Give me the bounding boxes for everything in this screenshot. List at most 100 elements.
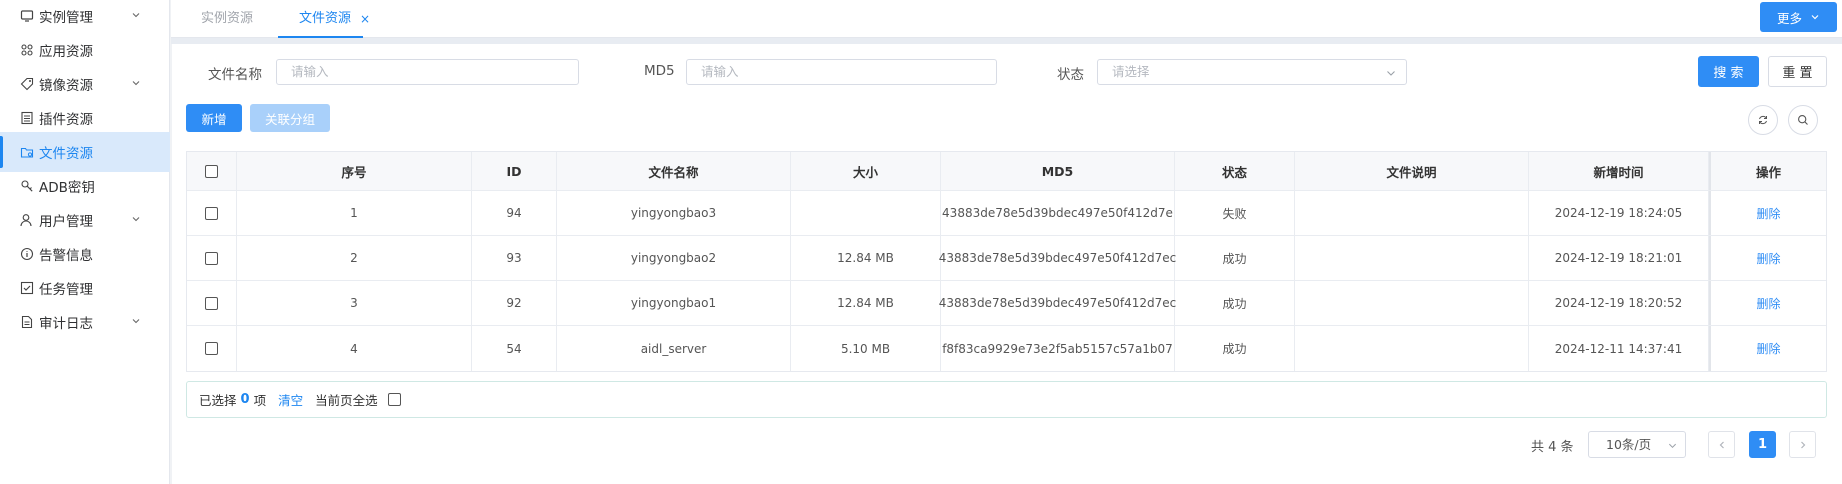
page-size-select[interactable]: 10条/页	[1588, 431, 1686, 458]
cell-md5: 43883de78e5d39bdec497e50f412d7ec	[939, 236, 1176, 280]
cell-id: 93	[472, 236, 557, 280]
row-checkbox[interactable]	[205, 251, 218, 265]
row-checkbox[interactable]	[205, 342, 218, 355]
header-description: 文件说明	[1295, 152, 1529, 190]
sidebar-item-label: 任务管理	[39, 282, 93, 298]
cell-md5: 43883de78e5d39bdec497e50f412d7e	[941, 191, 1175, 235]
cell-md5: f8f83ca9929e73e2f5ab5157c57a1b07	[941, 326, 1175, 371]
sidebar-item-label: 用户管理	[39, 214, 93, 230]
delete-link[interactable]: 删除	[1709, 236, 1826, 280]
row-select-cell	[187, 281, 237, 325]
cell-index: 3	[237, 281, 472, 325]
table-row: 4 54 aidl_server 5.10 MB f8f83ca9929e73e…	[187, 326, 1826, 371]
page-button-current[interactable]: 1	[1749, 431, 1776, 458]
table-row: 3 92 yingyongbao1 12.84 MB 43883de78e5d3…	[187, 281, 1826, 326]
more-button-label: 更多	[1776, 10, 1802, 26]
header-filename: 文件名称	[557, 152, 791, 190]
selection-count: 0	[240, 392, 250, 407]
cell-description	[1295, 281, 1529, 325]
chevron-down-icon	[132, 319, 140, 324]
row-checkbox[interactable]	[205, 296, 218, 310]
header-actions: 操作	[1709, 152, 1826, 190]
add-button[interactable]: 新增	[186, 104, 242, 132]
select-all-checkbox[interactable]	[205, 164, 218, 178]
sidebar-item-label: 镜像资源	[39, 78, 93, 94]
tab-bar: 实例资源 文件资源 × 更多	[171, 0, 1842, 38]
md5-input[interactable]: 请输入	[686, 59, 997, 85]
md5-placeholder: 请输入	[701, 64, 739, 79]
cell-description	[1295, 236, 1529, 280]
cell-description	[1295, 326, 1529, 371]
select-page-checkbox[interactable]	[387, 393, 401, 406]
cell-md5: 43883de78e5d39bdec497e50f412d7ec	[939, 281, 1176, 325]
delete-link[interactable]: 删除	[1709, 191, 1826, 235]
sidebar-item-audit-log[interactable]: 审计日志	[0, 302, 170, 342]
cell-filename: yingyongbao3	[557, 191, 791, 235]
refresh-button[interactable]	[1748, 105, 1778, 135]
chevron-down-icon	[132, 13, 140, 18]
delete-link[interactable]: 删除	[1709, 281, 1826, 325]
checkbox-icon	[19, 280, 35, 296]
row-checkbox[interactable]	[205, 206, 218, 220]
cell-size: 12.84 MB	[791, 236, 941, 280]
cell-status: 成功	[1175, 236, 1295, 280]
next-page-button[interactable]	[1789, 431, 1816, 458]
info-icon	[19, 246, 35, 262]
chevron-down-icon	[1668, 443, 1677, 449]
chevron-down-icon	[132, 217, 140, 222]
chevron-left-icon	[1719, 441, 1724, 448]
reset-button[interactable]: 重 置	[1768, 56, 1827, 87]
user-icon	[19, 212, 35, 228]
chevron-down-icon	[1387, 71, 1395, 76]
header-status: 状态	[1175, 152, 1295, 190]
document-icon	[19, 314, 35, 330]
link-group-button[interactable]: 关联分组	[250, 104, 330, 132]
search-button[interactable]: 搜 索	[1698, 56, 1759, 87]
tag-icon	[19, 76, 35, 92]
status-select[interactable]: 请选择	[1097, 59, 1407, 85]
prev-page-button[interactable]	[1708, 431, 1735, 458]
folder-icon	[19, 144, 35, 160]
chevron-right-icon	[1800, 441, 1805, 448]
delete-link[interactable]: 删除	[1709, 326, 1826, 371]
tab-instance-resources[interactable]: 实例资源	[201, 0, 253, 37]
md5-label: MD5	[644, 63, 675, 79]
cell-created-time: 2024-12-19 18:21:01	[1529, 236, 1709, 280]
list-icon	[19, 110, 35, 126]
table-header-row: 序号 ID 文件名称 大小 MD5 状态 文件说明 新增时间 操作	[187, 152, 1826, 191]
table-row: 2 93 yingyongbao2 12.84 MB 43883de78e5d3…	[187, 236, 1826, 281]
filename-label: 文件名称	[208, 67, 262, 83]
header-select-all-cell	[187, 152, 237, 190]
row-select-cell	[187, 191, 237, 235]
cell-filename: yingyongbao1	[557, 281, 791, 325]
header-size: 大小	[791, 152, 941, 190]
header-id: ID	[472, 152, 557, 190]
row-select-cell	[187, 236, 237, 280]
search-toggle-button[interactable]	[1788, 105, 1818, 135]
cell-index: 1	[237, 191, 472, 235]
cell-filename: yingyongbao2	[557, 236, 791, 280]
filename-input[interactable]: 请输入	[276, 59, 579, 85]
cell-size: 5.10 MB	[791, 326, 941, 371]
chevron-down-icon	[1811, 15, 1819, 20]
cell-id: 92	[472, 281, 557, 325]
cell-size: 12.84 MB	[791, 281, 941, 325]
cell-id: 54	[472, 326, 557, 371]
cell-created-time: 2024-12-19 18:20:52	[1529, 281, 1709, 325]
cell-status: 成功	[1175, 281, 1295, 325]
search-icon	[1798, 115, 1808, 125]
apps-grid-icon	[19, 42, 35, 58]
cell-size	[791, 191, 941, 235]
file-table: 序号 ID 文件名称 大小 MD5 状态 文件说明 新增时间 操作 1 94 y…	[186, 151, 1827, 372]
cell-index: 4	[237, 326, 472, 371]
selection-prefix: 已选择	[199, 393, 237, 408]
tab-close-icon[interactable]: ×	[360, 12, 370, 26]
header-index: 序号	[237, 152, 472, 190]
key-icon	[19, 178, 35, 194]
clear-selection-link[interactable]: 清空	[278, 390, 303, 409]
cell-created-time: 2024-12-11 14:37:41	[1529, 326, 1709, 371]
tab-file-resources[interactable]: 文件资源	[277, 0, 364, 38]
filename-placeholder: 请输入	[291, 64, 329, 79]
more-button[interactable]: 更多	[1760, 2, 1837, 32]
cell-status: 失败	[1175, 191, 1295, 235]
